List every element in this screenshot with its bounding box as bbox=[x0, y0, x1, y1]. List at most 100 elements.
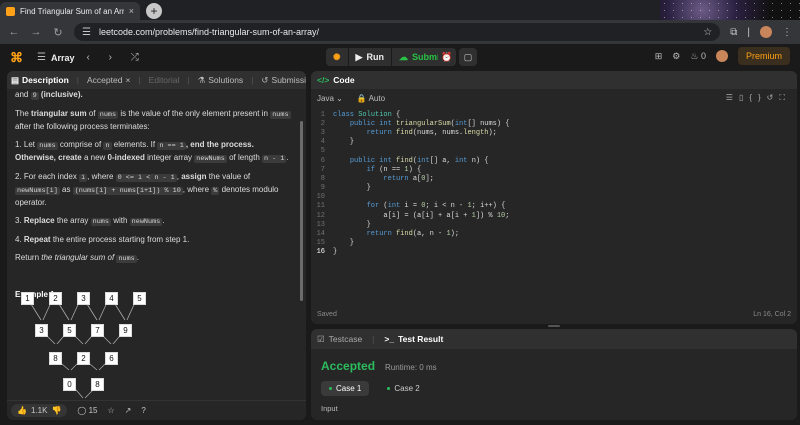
timer-button[interactable]: ⏰ bbox=[438, 48, 456, 66]
menu-icon[interactable]: ⋮ bbox=[782, 27, 792, 38]
panel-resize-handle[interactable] bbox=[548, 325, 560, 327]
comments-count: 15 bbox=[88, 406, 98, 415]
leetcode-logo-icon[interactable]: ⌘ bbox=[10, 50, 23, 66]
tab-accepted[interactable]: Accepted × bbox=[87, 75, 130, 85]
code-source[interactable]: class Solution { bbox=[333, 111, 400, 119]
code-line[interactable]: 6 public int find(int[] a, int n) { bbox=[311, 156, 797, 165]
layout-grid-icon[interactable]: ⊞ bbox=[655, 51, 663, 62]
code-editor-panel: </> Code Java ⌄ 🔒 Auto ☰▯{}↺⛶ 1 class Solu… bbox=[311, 71, 797, 324]
tab-testcase[interactable]: ☑ Testcase bbox=[317, 334, 362, 345]
code-source[interactable]: return find(a, n - 1); bbox=[333, 230, 459, 238]
case-tabs: Case 1 Case 2 bbox=[321, 381, 787, 396]
code-line[interactable]: 13 } bbox=[311, 220, 797, 229]
url-field[interactable]: ☰ leetcode.com/problems/find-triangular-… bbox=[74, 23, 721, 41]
triangle-node: 3 bbox=[35, 324, 48, 337]
code-line[interactable]: 7 if (n == 1) { bbox=[311, 165, 797, 174]
tab-title: Find Triangular Sum of an Arra bbox=[20, 6, 124, 16]
close-icon[interactable]: × bbox=[129, 6, 134, 16]
bookmark-star-icon[interactable]: ☆ bbox=[703, 27, 712, 38]
code-line[interactable]: 14 return find(a, n - 1); bbox=[311, 229, 797, 238]
code-line[interactable]: 9 } bbox=[311, 184, 797, 193]
case-1-button[interactable]: Case 1 bbox=[321, 381, 370, 396]
code-line[interactable]: 11 for (int i = 0; i < n - 1; i++) { bbox=[311, 202, 797, 211]
code-source[interactable]: } bbox=[333, 239, 354, 247]
code-source[interactable]: a[i] = (a[i] + a[i + 1]) % 10; bbox=[333, 212, 509, 220]
code-line[interactable]: 10 bbox=[311, 193, 797, 202]
navigation-arrows-icon[interactable]: ‹ › ⤮ bbox=[86, 52, 146, 63]
triangle-node: 2 bbox=[77, 352, 90, 365]
code-source[interactable]: if (n == 1) { bbox=[333, 166, 422, 174]
tab-editorial[interactable]: Editorial bbox=[149, 75, 180, 85]
tab-description[interactable]: ▤ Description bbox=[11, 75, 69, 86]
autocomplete-mode[interactable]: 🔒 Auto bbox=[357, 94, 385, 103]
new-tab-button[interactable]: + bbox=[146, 3, 162, 19]
reload-icon[interactable]: ↻ bbox=[52, 26, 64, 39]
solutions-label: Solutions bbox=[208, 75, 244, 85]
code-line[interactable]: 15 } bbox=[311, 239, 797, 248]
code-source[interactable]: public int find(int[] a, int n) { bbox=[333, 157, 489, 165]
streak-counter[interactable]: ♨ 0 bbox=[690, 51, 706, 62]
tab-test-result[interactable]: >_ Test Result bbox=[384, 334, 443, 344]
problem-footer: 👍 1.1K 👎 ◯ 15 ☆ ↗ ? bbox=[7, 400, 306, 420]
problem-list-icon[interactable]: ☰ bbox=[37, 52, 46, 63]
line-number: 9 bbox=[320, 184, 325, 193]
description-scrollbar[interactable] bbox=[300, 121, 303, 301]
tab-separator: | bbox=[76, 75, 80, 85]
code-source[interactable]: return find(nums, nums.length); bbox=[333, 129, 497, 137]
code-line[interactable]: 12 a[i] = (a[i] + a[i + 1]) % 10; bbox=[311, 211, 797, 220]
code-source[interactable]: } bbox=[333, 184, 371, 192]
pass-dot-icon bbox=[329, 387, 332, 390]
back-icon[interactable]: ← bbox=[8, 26, 20, 38]
forward-icon[interactable]: → bbox=[30, 26, 42, 38]
code-source[interactable]: return a[0]; bbox=[333, 175, 433, 183]
site-info-icon[interactable]: ☰ bbox=[82, 27, 91, 38]
code-line[interactable]: 5 bbox=[311, 147, 797, 156]
settings-gear-icon[interactable]: ⚙ bbox=[672, 51, 680, 62]
likes-control[interactable]: 👍 1.1K 👎 bbox=[11, 404, 68, 417]
code-source[interactable]: } bbox=[333, 221, 371, 229]
share-icon[interactable]: ↗ bbox=[125, 406, 132, 415]
submissions-label: Submissions bbox=[271, 75, 306, 85]
triangle-node: 6 bbox=[105, 352, 118, 365]
editorial-label: Editorial bbox=[148, 75, 180, 85]
tab-separator: | bbox=[251, 75, 254, 85]
editor-tools-icons[interactable]: ☰▯{}↺⛶ bbox=[726, 93, 791, 103]
favorite-star-icon[interactable]: ☆ bbox=[108, 406, 115, 415]
premium-button[interactable]: Premium bbox=[737, 47, 790, 65]
thumbs-down-icon[interactable]: 👎 bbox=[51, 406, 61, 415]
code-line[interactable]: 8 return a[0]; bbox=[311, 174, 797, 183]
code-line[interactable]: 16} bbox=[311, 248, 797, 257]
tab-separator: | bbox=[138, 75, 141, 85]
code-source[interactable]: for (int i = 0; i < n - 1; i++) { bbox=[333, 202, 506, 210]
code-source[interactable]: } bbox=[333, 138, 354, 146]
notes-button[interactable]: ▢ bbox=[459, 48, 477, 66]
code-source[interactable]: } bbox=[333, 248, 337, 256]
comments-control[interactable]: ◯ 15 bbox=[77, 406, 97, 415]
code-text[interactable]: 1 class Solution {2 public int triangular… bbox=[311, 110, 797, 300]
runtime-text: Runtime: 0 ms bbox=[385, 363, 437, 372]
line-number: 16 bbox=[316, 248, 325, 257]
help-icon[interactable]: ? bbox=[141, 406, 145, 415]
line-number: 12 bbox=[316, 211, 325, 220]
run-button[interactable]: ▶ Run bbox=[348, 48, 391, 66]
problem-list-title[interactable]: Array bbox=[51, 53, 75, 63]
debug-button[interactable]: ✺ bbox=[326, 48, 348, 66]
profile-avatar[interactable] bbox=[760, 26, 772, 38]
browser-tab[interactable]: Find Triangular Sum of an Arra × bbox=[0, 2, 140, 20]
tab-submissions[interactable]: ↺Submissions bbox=[261, 75, 306, 86]
language-selector[interactable]: Java ⌄ bbox=[317, 94, 343, 103]
triangle-node: 1 bbox=[21, 292, 34, 305]
extensions-icon[interactable]: ⧉ bbox=[730, 27, 737, 38]
code-line[interactable]: 2 public int triangularSum(int[] nums) { bbox=[311, 119, 797, 128]
tab-solutions[interactable]: ⚗ Solutions bbox=[198, 75, 244, 86]
line-number: 4 bbox=[320, 138, 325, 147]
case-2-button[interactable]: Case 2 bbox=[379, 381, 427, 396]
code-source[interactable]: public int triangularSum(int[] nums) { bbox=[333, 120, 510, 128]
comment-icon: ◯ bbox=[77, 406, 87, 415]
code-line[interactable]: 4 } bbox=[311, 138, 797, 147]
code-line[interactable]: 1 class Solution { bbox=[311, 110, 797, 119]
close-tab-icon[interactable]: × bbox=[125, 75, 130, 85]
browser-tab-strip: Find Triangular Sum of an Arra × + bbox=[0, 0, 800, 20]
user-avatar[interactable] bbox=[715, 50, 728, 62]
code-line[interactable]: 3 return find(nums, nums.length); bbox=[311, 128, 797, 137]
